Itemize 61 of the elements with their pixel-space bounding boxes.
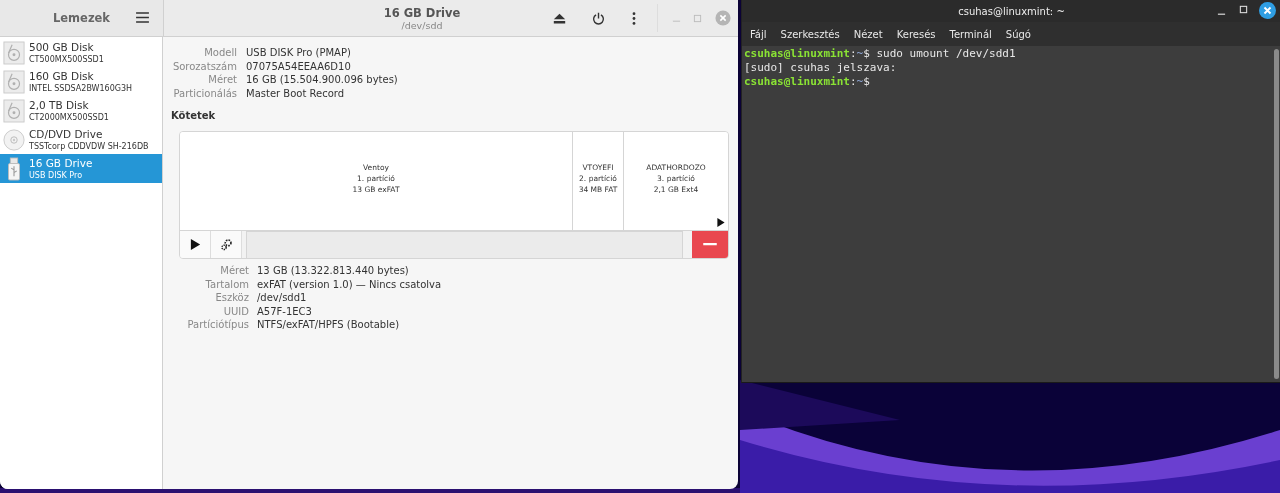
- property-label: Modell: [203, 46, 237, 60]
- menu-item[interactable]: Fájl: [750, 28, 767, 40]
- terminal-line: csuhas@linuxmint:~$ sudo umount /dev/sdd1: [743, 47, 1017, 61]
- power-icon[interactable]: [592, 11, 605, 25]
- disc-icon: [3, 127, 25, 152]
- menu-item[interactable]: Súgó: [1005, 28, 1031, 40]
- window-title: csuhas@linuxmint: ~: [958, 5, 1065, 17]
- close-icon[interactable]: [1259, 2, 1276, 19]
- device-name: CD/DVD Drive: [29, 127, 104, 141]
- menu-icon[interactable]: [136, 12, 149, 23]
- window-title: 16 GB Drive: [383, 5, 461, 20]
- menu-item[interactable]: Szerkesztés: [780, 28, 840, 40]
- property-value: exFAT (version 1.0) — Nincs csatolva: [257, 277, 442, 291]
- more-icon[interactable]: [632, 11, 636, 25]
- property-value: 13 GB (13.322.813.440 bytes): [257, 264, 410, 278]
- play-icon: [188, 238, 202, 251]
- property-label: Partíciótípus: [186, 318, 249, 332]
- device-name: 16 GB Drive: [29, 156, 93, 170]
- device-name: 2,0 TB Disk: [29, 98, 90, 112]
- device-item[interactable]: 2,0 TB Disk CT2000MX500SSD1: [0, 96, 162, 125]
- device-name: 500 GB Disk: [29, 40, 95, 54]
- device-item[interactable]: CD/DVD Drive TSSTcorp CDDVDW SH-216DB: [0, 125, 162, 154]
- mount-button[interactable]: [180, 231, 211, 258]
- property-value: 16 GB (15.504.900.096 bytes): [246, 73, 398, 87]
- device-model: INTEL SSDSA2BW160G3H: [29, 82, 133, 94]
- property-label: Sorozatszám: [171, 59, 237, 73]
- device-model: USB DISK Pro: [29, 169, 84, 181]
- property-value: NTFS/exFAT/HPFS (Bootable): [257, 318, 401, 332]
- menu-item[interactable]: Nézet: [853, 28, 883, 40]
- sidebar-title: Lemezek: [52, 11, 111, 25]
- property-value: USB DISK Pro (PMAP): [246, 46, 352, 60]
- delete-button[interactable]: [692, 231, 728, 258]
- property-value: A57F-1EC3: [257, 304, 313, 318]
- terminal-line: csuhas@linuxmint:~$: [743, 75, 871, 89]
- device-model: CT500MX500SSD1: [29, 53, 104, 65]
- maximize-icon[interactable]: [1239, 5, 1248, 14]
- scrollbar[interactable]: [1274, 49, 1279, 379]
- device-item[interactable]: 500 GB Disk CT500MX500SSD1: [0, 38, 162, 67]
- device-model: TSSTcorp CDDVDW SH-216DB: [29, 140, 149, 152]
- property-value: Master Boot Record: [246, 86, 346, 100]
- device-item[interactable]: 160 GB Disk INTEL SSDSA2BW160G3H: [0, 67, 162, 96]
- terminal-line: [sudo] csuhas jelszava:: [743, 61, 898, 75]
- eject-icon[interactable]: [553, 11, 566, 25]
- device-model: CT2000MX500SSD1: [29, 111, 109, 123]
- property-label: Eszköz: [214, 291, 249, 305]
- property-label: Tartalom: [204, 277, 249, 291]
- property-label: Méret: [219, 264, 249, 278]
- window-subtitle: /dev/sdd: [401, 19, 443, 31]
- menu-item[interactable]: Terminál: [949, 28, 992, 40]
- property-value: /dev/sdd1: [257, 291, 308, 305]
- settings-button[interactable]: [211, 231, 242, 258]
- gears-icon: [219, 238, 233, 251]
- property-label: UUID: [222, 304, 249, 318]
- menu-item[interactable]: Keresés: [896, 28, 936, 40]
- triangle-icon: [717, 218, 725, 227]
- property-label: Particionálás: [172, 86, 237, 100]
- device-name: 160 GB Disk: [29, 69, 95, 83]
- minus-icon: [702, 243, 718, 246]
- property-value: 07075A54EEAA6D10: [246, 59, 352, 73]
- section-heading: Kötetek: [171, 110, 217, 121]
- property-label: Méret: [207, 73, 237, 87]
